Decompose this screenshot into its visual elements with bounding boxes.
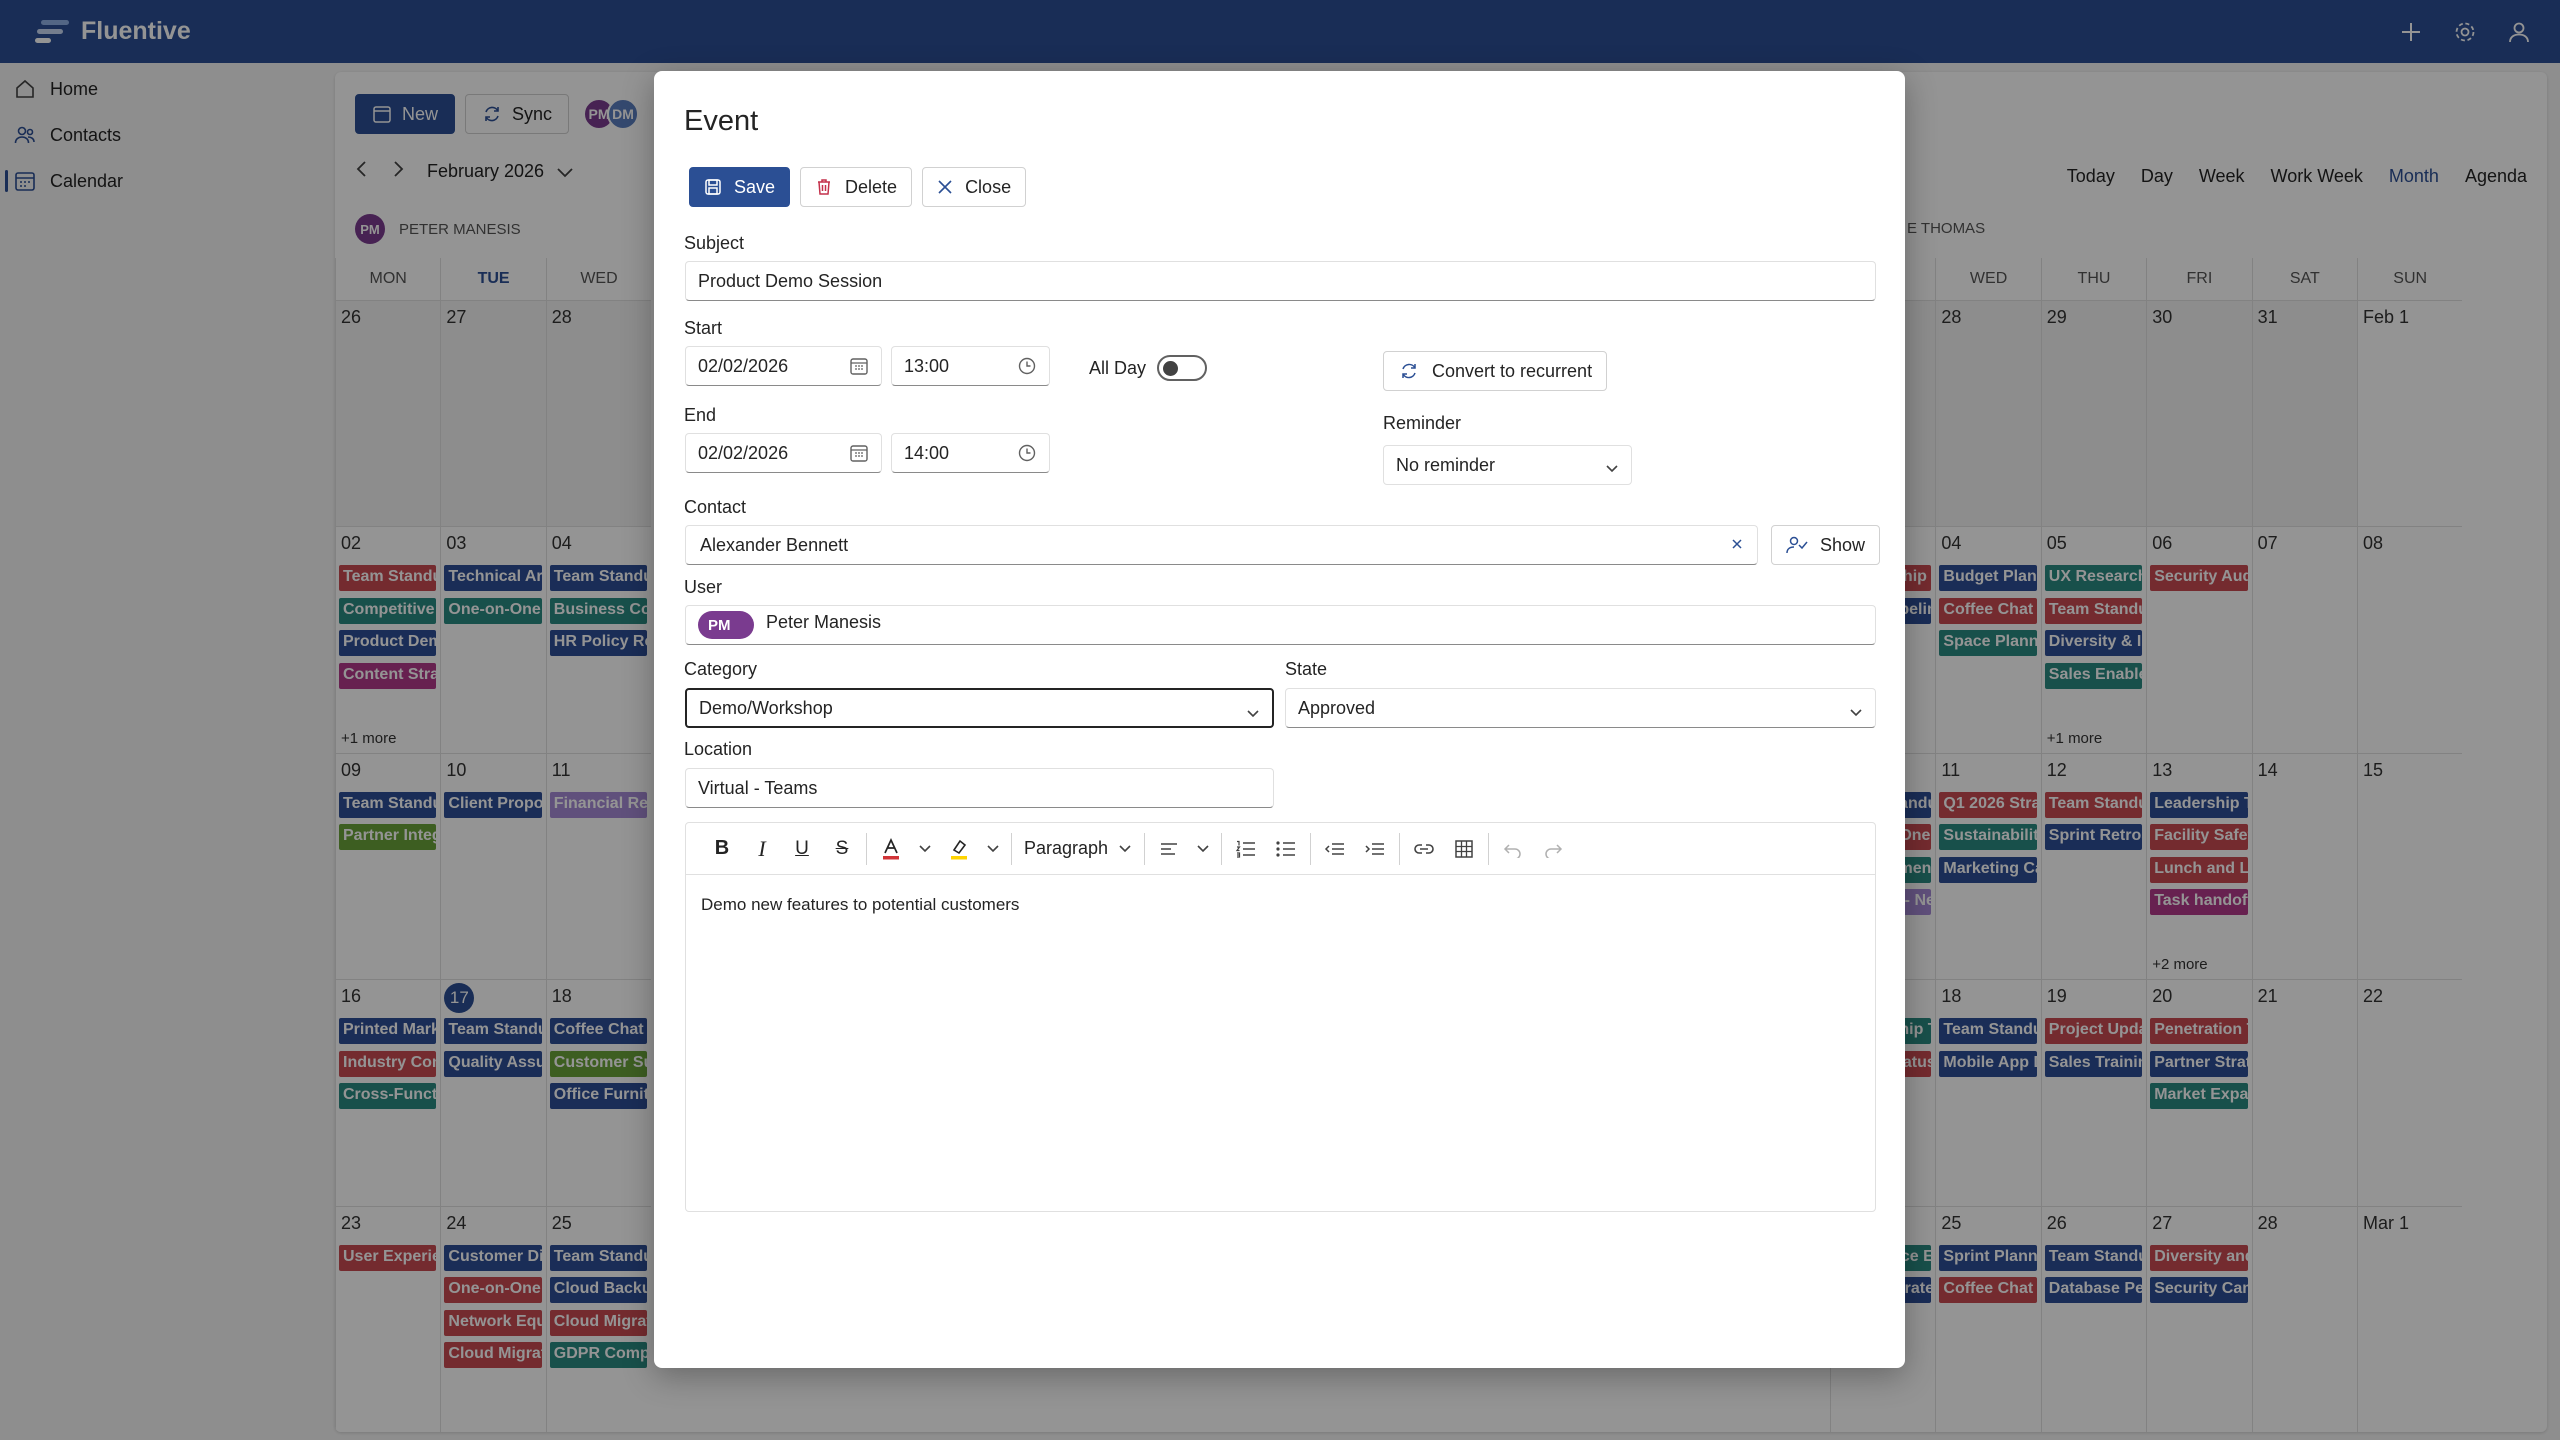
chevron-down-icon (1605, 458, 1619, 479)
clock-icon[interactable] (1017, 443, 1037, 468)
save-button[interactable]: Save (689, 167, 791, 207)
align-chevron-down-icon[interactable] (1189, 833, 1217, 865)
link-icon[interactable] (1404, 833, 1444, 865)
user-label: User (684, 577, 723, 597)
delete-label: Delete (845, 176, 898, 197)
end-label: End (684, 405, 717, 425)
show-label: Show (1820, 534, 1866, 555)
contact-input[interactable]: Alexander Bennett (685, 525, 1758, 565)
strikethrough-icon[interactable]: S (822, 833, 862, 865)
location-input[interactable]: Virtual - Teams (685, 768, 1274, 808)
highlight-chevron-down-icon[interactable] (979, 833, 1007, 865)
location-label: Location (684, 739, 753, 759)
contact-card-icon (1786, 536, 1808, 554)
convert-recurrent-label: Convert to recurrent (1432, 360, 1593, 381)
chevron-down-icon (1119, 844, 1131, 852)
subject-label: Subject (684, 233, 745, 253)
table-icon[interactable] (1444, 833, 1484, 865)
reminder-value: No reminder (1396, 454, 1496, 475)
bold-icon[interactable]: B (702, 833, 742, 865)
numbered-list-icon[interactable] (1226, 833, 1266, 865)
start-date-value: 02/02/2026 (698, 355, 789, 376)
location-value: Virtual - Teams (698, 777, 818, 798)
calendar-icon[interactable] (849, 443, 869, 468)
dialog-title: Event (684, 105, 759, 137)
paragraph-format-select[interactable]: Paragraph (1016, 833, 1140, 865)
italic-icon[interactable]: I (742, 833, 782, 865)
delete-trash-icon (818, 179, 831, 195)
outdent-icon[interactable] (1315, 833, 1355, 865)
all-day-label: All Day (1089, 358, 1147, 378)
contact-label: Contact (684, 497, 747, 517)
end-date-input[interactable]: 02/02/2026 (685, 433, 882, 473)
font-color-icon[interactable] (871, 833, 911, 865)
toolbar-divider (1011, 832, 1012, 865)
close-icon (938, 180, 952, 194)
contact-value: Alexander Bennett (700, 534, 849, 555)
delete-button[interactable]: Delete (800, 167, 913, 207)
reminder-select[interactable]: No reminder (1383, 445, 1632, 485)
bulleted-list-icon[interactable] (1266, 833, 1306, 865)
convert-recurrent-button[interactable]: Convert to recurrent (1383, 351, 1608, 391)
start-time-value: 13:00 (904, 355, 950, 376)
user-input[interactable]: PM Peter Manesis (685, 605, 1876, 645)
toolbar-divider (1488, 832, 1490, 865)
redo-icon[interactable] (1533, 833, 1573, 865)
reminder-label: Reminder (1383, 413, 1462, 433)
highlight-color-icon[interactable] (939, 833, 979, 865)
toolbar-divider (1221, 832, 1223, 865)
end-time-value: 14:00 (904, 442, 950, 463)
save-label: Save (734, 176, 776, 197)
user-avatar: PM (698, 611, 754, 639)
chevron-down-icon (1849, 702, 1863, 723)
show-contact-button[interactable]: Show (1771, 525, 1881, 565)
toolbar-divider (1310, 832, 1312, 865)
calendar-icon[interactable] (849, 356, 869, 381)
toolbar-divider (1399, 832, 1401, 865)
event-dialog: Event Save Delete Close Subject Product … (654, 71, 1905, 1368)
recurrence-icon (1402, 363, 1416, 379)
category-label: Category (684, 659, 758, 679)
end-time-input[interactable]: 14:00 (891, 433, 1050, 473)
category-select[interactable]: Demo/Workshop (685, 688, 1274, 728)
undo-icon[interactable] (1493, 833, 1533, 865)
state-label: State (1285, 659, 1328, 679)
clock-icon[interactable] (1017, 356, 1037, 381)
underline-icon[interactable]: U (782, 833, 822, 865)
start-time-input[interactable]: 13:00 (891, 346, 1050, 386)
state-select[interactable]: Approved (1285, 688, 1876, 728)
category-value: Demo/Workshop (699, 697, 833, 718)
align-left-icon[interactable] (1149, 833, 1189, 865)
clear-icon[interactable] (1729, 536, 1745, 557)
editor-toolbar: B I U S Paragraph (686, 823, 1875, 875)
save-icon (705, 179, 721, 195)
subject-input[interactable]: Product Demo Session (685, 261, 1876, 301)
toolbar-divider (866, 832, 867, 865)
rich-text-editor: B I U S Paragraph Demo new features to p… (685, 822, 1876, 1212)
paragraph-label: Paragraph (1024, 838, 1109, 858)
start-date-input[interactable]: 02/02/2026 (685, 346, 882, 386)
editor-body-text[interactable]: Demo new features to potential customers (701, 895, 1019, 915)
all-day-toggle[interactable] (1157, 355, 1207, 381)
toolbar-divider (1144, 832, 1146, 865)
close-label: Close (965, 176, 1012, 197)
close-button[interactable]: Close (922, 167, 1027, 207)
user-value: Peter Manesis (766, 611, 882, 632)
end-date-value: 02/02/2026 (698, 442, 789, 463)
indent-icon[interactable] (1355, 833, 1395, 865)
font-color-chevron-down-icon[interactable] (911, 833, 939, 865)
user-chip[interactable]: PM Peter Manesis (698, 611, 881, 639)
state-value: Approved (1298, 697, 1376, 718)
start-label: Start (684, 318, 723, 338)
chevron-down-icon (1246, 703, 1260, 724)
subject-value: Product Demo Session (698, 270, 883, 291)
